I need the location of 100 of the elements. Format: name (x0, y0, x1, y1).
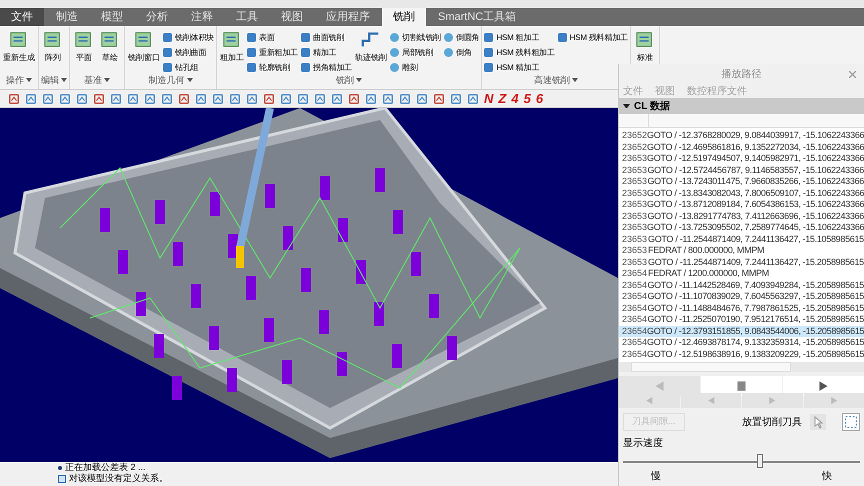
caret-icon[interactable] (104, 78, 110, 82)
toolbar-icon[interactable] (314, 92, 326, 104)
ribbon-small-button[interactable]: HSM 残料粗加工 (484, 45, 555, 60)
cl-data-row[interactable]: 23653GOTO / -13.7253095502, 7.2589774645, -15.1062243366 (619, 222, 864, 234)
cl-data-row[interactable]: 23654GOTO / -11.1442528469, 7.4093949284, -15.2058985615 (619, 280, 864, 291)
cl-data-row[interactable]: 23654FEDRAT / 1200.000000, MMPM (619, 268, 864, 280)
toolbar-glyph-button[interactable]: 5 (524, 92, 531, 105)
ribbon-large-button[interactable]: 阵列 (41, 30, 65, 64)
toolbar-icon[interactable] (365, 92, 377, 104)
cl-data-row[interactable]: 23653FEDRAT / 800.000000, MMPM (619, 245, 864, 256)
cl-data-row[interactable]: 23654GOTO / -11.2525070190, 7.9512176514, -15.2058985615 (619, 314, 864, 326)
ribbon-small-button[interactable]: 铣削曲面 (163, 45, 214, 60)
toolbar-icon[interactable] (416, 92, 428, 104)
ribbon-small-button[interactable]: 表面 (247, 30, 298, 45)
toolbar-icon[interactable] (246, 92, 258, 104)
ribbon-large-button[interactable]: 草绘 (98, 30, 122, 64)
ribbon-small-button[interactable]: 雕刻 (390, 60, 442, 75)
group-label[interactable]: 高速铣削 (534, 74, 570, 86)
caret-icon[interactable] (572, 78, 578, 82)
group-label[interactable]: 制造几何 (148, 74, 184, 86)
ribbon-small-button[interactable]: HSM 精加工 (484, 60, 555, 75)
caret-icon[interactable] (61, 78, 67, 82)
pointer-icon[interactable] (810, 414, 826, 430)
cl-data-row[interactable]: 23653GOTO / -13.7243011475, 7.9660835266, -15.1062243366 (619, 176, 864, 188)
cl-data-row[interactable]: 23652GOTO / -12.4695861816, 9.1352272034, -15.1062243366 (619, 142, 864, 153)
cl-data-row[interactable]: 23653GOTO / -11.2544871409, 7.2441136427, -15.1058985615 (619, 234, 864, 245)
cl-data-row[interactable]: 23653GOTO / -12.5197494507, 9.1405982971, -15.1062243366 (619, 153, 864, 164)
toolbar-icon[interactable] (331, 92, 343, 104)
ribbon-tab[interactable]: 铣削 (382, 8, 426, 26)
ribbon-large-button[interactable]: 轨迹铣削 (354, 30, 388, 64)
ribbon-tab[interactable]: 文件 (0, 8, 44, 26)
toolbar-glyph-button[interactable]: 6 (536, 92, 544, 105)
speed-slider-thumb[interactable] (757, 454, 764, 468)
ribbon-small-button[interactable]: 拐角精加工 (301, 60, 352, 75)
cl-data-row[interactable]: 23654GOTO / -11.1488484676, 7.7987861525, -15.2058985615 (619, 302, 864, 314)
toolbar-glyph-button[interactable]: Z (498, 92, 506, 105)
ribbon-small-button[interactable]: 倒角 (444, 45, 480, 60)
toolbar-icon[interactable] (25, 92, 37, 104)
ribbon-large-button[interactable]: 铣削窗口 (127, 30, 161, 64)
close-icon[interactable] (849, 70, 856, 78)
toolbar-icon[interactable] (42, 92, 54, 104)
toolbar-glyph-button[interactable]: N (484, 92, 494, 105)
toolbar-icon[interactable] (76, 92, 88, 104)
group-label[interactable]: 编辑 (41, 74, 59, 86)
toolbar-icon[interactable] (433, 92, 445, 104)
ribbon-small-button[interactable]: 倒圆角 (444, 30, 480, 45)
toolbar-icon[interactable] (467, 92, 479, 104)
ribbon-small-button[interactable]: 重新粗加工 (247, 45, 298, 60)
ribbon-large-button[interactable]: 平面 (72, 30, 96, 64)
cl-data-row[interactable]: 23654GOTO / -11.1070839029, 7.6045563297, -15.2058985615 (619, 291, 864, 302)
toolbar-icon[interactable] (229, 92, 241, 104)
toolbar-icon[interactable] (297, 92, 309, 104)
cl-data-row[interactable]: 23653GOTO / -13.8291774783, 7.4112663696, -15.1062243366 (619, 210, 864, 222)
toolbar-icon[interactable] (450, 92, 462, 104)
ribbon-small-button[interactable]: 铣削体积块 (163, 30, 214, 45)
info-icon (58, 474, 66, 482)
cl-data-row[interactable]: 23653GOTO / -12.5724456787, 9.1146583557, -15.1062243366 (619, 164, 864, 176)
ribbon-small-button[interactable]: HSM 粗加工 (484, 30, 555, 45)
toolbar-icon[interactable] (127, 92, 139, 104)
toolbar-icon[interactable] (212, 92, 224, 104)
toolbar-icon[interactable] (144, 92, 156, 104)
ribbon-small-button[interactable]: 精加工 (301, 45, 352, 60)
toolbar-icon[interactable] (263, 92, 275, 104)
toolbar-icon[interactable] (93, 92, 105, 104)
ribbon-small-button[interactable]: 曲面铣削 (301, 30, 352, 45)
ribbon-small-button[interactable]: 局部铣削 (390, 45, 442, 60)
cl-data-row[interactable]: 23654GOTO / -12.5198638916, 9.1383209229, -15.2058985615 (619, 348, 864, 360)
ribbon-large-button[interactable]: 粗加工 (219, 30, 246, 64)
toolbar-icon[interactable] (59, 92, 71, 104)
ribbon-small-button[interactable]: 钻孔组 (163, 60, 214, 75)
ribbon-large-button[interactable]: 重新生成 (2, 30, 36, 64)
cl-data-row[interactable]: 23652GOTO / -12.3768280029, 9.0844039917, -15.1062243366 (619, 130, 864, 142)
ribbon-large-button[interactable]: 标准 (632, 30, 657, 64)
toolbar-icon[interactable] (110, 92, 122, 104)
caret-icon[interactable] (26, 78, 32, 82)
toolbar-icon[interactable] (8, 92, 20, 104)
ribbon-small-button[interactable]: 切割线铣削 (390, 30, 442, 45)
group-label[interactable]: 操作 (6, 74, 24, 86)
horizontal-scrollbar[interactable] (619, 362, 864, 372)
section-header[interactable]: CL 数据 (619, 98, 864, 114)
toolbar-icon[interactable] (280, 92, 292, 104)
cl-data-row[interactable]: 23654GOTO / -12.3793151855, 9.0843544006, -15.2058985615 (619, 326, 864, 337)
toolbar-icon[interactable] (348, 92, 360, 104)
toolbar-icon[interactable] (399, 92, 411, 104)
caret-icon[interactable] (186, 78, 192, 82)
toolbar-icon[interactable] (382, 92, 394, 104)
toolbar-icon[interactable] (178, 92, 190, 104)
dotted-frame-icon[interactable] (842, 413, 860, 431)
toolbar-icon[interactable] (161, 92, 173, 104)
cl-data-row[interactable]: 23653GOTO / -13.8712089184, 7.6054386153, -15.1062243366 (619, 199, 864, 210)
cl-data-row[interactable]: 23653GOTO / -11.2544871409, 7.2441136427, -15.2058985615 (619, 256, 864, 268)
group-label[interactable]: 基准 (84, 74, 102, 86)
cl-data-row[interactable]: 23654GOTO / -12.4693878174, 9.1332359314, -15.2058985615 (619, 337, 864, 348)
toolbar-icon[interactable] (195, 92, 207, 104)
cl-data-row[interactable]: 23653GOTO / -13.8343082043, 7.8006509107, -15.1062243366 (619, 188, 864, 199)
toolbar-glyph-button[interactable]: 4 (511, 92, 519, 105)
ribbon-small-button[interactable]: HSM 残料精加工 (558, 30, 628, 45)
caret-icon[interactable] (356, 78, 362, 82)
ribbon-small-button[interactable]: 轮廓铣削 (247, 60, 298, 75)
group-label[interactable]: 铣削 (336, 74, 354, 86)
